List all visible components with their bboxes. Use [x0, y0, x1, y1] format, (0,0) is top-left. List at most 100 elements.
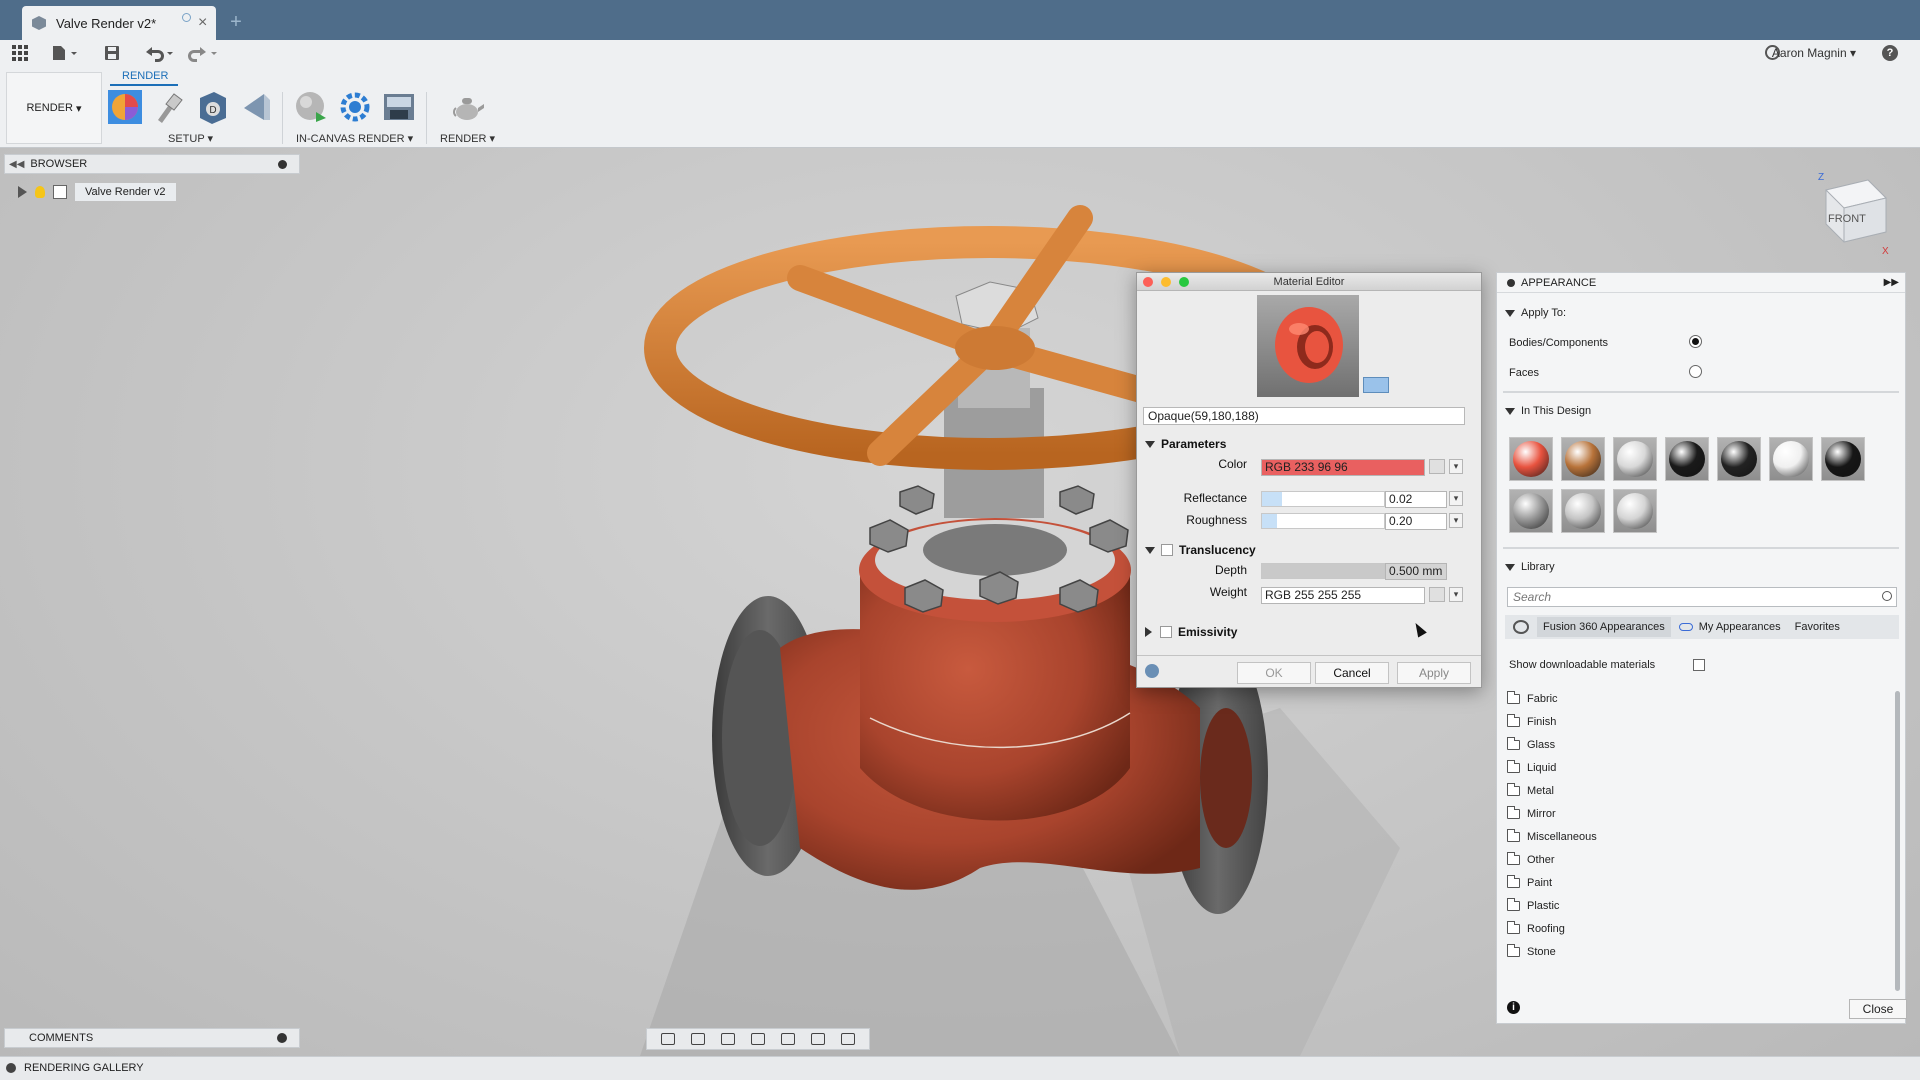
library-section-header[interactable]: Library	[1505, 561, 1555, 573]
translucency-checkbox[interactable]	[1161, 544, 1173, 556]
redo-icon[interactable]	[188, 44, 218, 62]
roughness-value-field[interactable]: 0.20	[1385, 513, 1447, 530]
new-tab-button[interactable]: +	[224, 11, 248, 35]
roughness-dropdown-button[interactable]: ▾	[1449, 513, 1463, 528]
info-icon[interactable]: i	[1507, 1001, 1520, 1014]
ribbon-group-in-canvas-render[interactable]: IN-CANVAS RENDER ▾	[296, 132, 413, 145]
emissivity-section-header[interactable]: Emissivity	[1145, 625, 1237, 639]
translucency-section-header[interactable]: Translucency	[1145, 543, 1256, 557]
expand-arrow-icon[interactable]	[18, 186, 27, 198]
expand-panel-icon[interactable]: ▶▶	[1884, 273, 1899, 293]
preview-options-button[interactable]	[1363, 377, 1389, 393]
library-scrollbar[interactable]	[1895, 691, 1900, 991]
save-icon[interactable]	[104, 44, 120, 62]
parameters-section-header[interactable]: Parameters	[1145, 437, 1226, 451]
maximize-window-icon[interactable]	[1179, 277, 1189, 287]
color-value-field[interactable]: RGB 233 96 96	[1261, 459, 1425, 476]
appearance-icon[interactable]	[152, 90, 186, 124]
app-grid-icon[interactable]	[12, 44, 28, 62]
appearance-swatch-black-sphere[interactable]	[1665, 437, 1709, 481]
appearance-swatch-black-ring-2[interactable]	[1821, 437, 1865, 481]
collapse-icon[interactable]: ◀◀	[9, 159, 24, 170]
library-folder-finish[interactable]: Finish	[1507, 714, 1556, 728]
comments-panel-header[interactable]: COMMENTS	[4, 1028, 300, 1048]
library-folder-miscellaneous[interactable]: Miscellaneous	[1507, 829, 1597, 843]
roughness-slider[interactable]	[1261, 513, 1385, 529]
view-cube[interactable]: FRONT Z X	[1808, 170, 1898, 260]
ribbon-group-render[interactable]: RENDER ▾	[440, 132, 495, 145]
tab-favorites[interactable]: Favorites	[1795, 621, 1840, 633]
in-this-design-section-header[interactable]: In This Design	[1505, 405, 1591, 417]
ok-button[interactable]: OK	[1237, 662, 1311, 684]
library-folder-other[interactable]: Other	[1507, 852, 1555, 866]
pin-icon[interactable]	[278, 160, 287, 169]
grid-settings-icon[interactable]	[841, 1033, 855, 1045]
workspace-switcher[interactable]: RENDER ▾	[6, 72, 102, 144]
browser-root-label[interactable]: Valve Render v2	[75, 183, 176, 201]
browser-panel-header[interactable]: ◀◀ BROWSER	[4, 154, 300, 174]
add-comment-icon[interactable]	[277, 1033, 287, 1043]
minimize-window-icon[interactable]	[1161, 277, 1171, 287]
library-folder-fabric[interactable]: Fabric	[1507, 691, 1558, 705]
appearance-header[interactable]: APPEARANCE ▶▶	[1497, 273, 1905, 293]
zoom-icon[interactable]	[751, 1033, 765, 1045]
look-at-icon[interactable]	[691, 1033, 705, 1045]
appearance-search-input[interactable]: Search	[1507, 587, 1897, 607]
library-folder-liquid[interactable]: Liquid	[1507, 760, 1556, 774]
appearance-swatch-black-ring[interactable]	[1717, 437, 1761, 481]
appearance-swatch-bronze-ring[interactable]	[1561, 437, 1605, 481]
search-icon[interactable]	[1882, 591, 1892, 601]
reflectance-slider[interactable]	[1261, 491, 1385, 507]
color-dropdown-button[interactable]: ▾	[1449, 459, 1463, 474]
library-folder-glass[interactable]: Glass	[1507, 737, 1555, 751]
decal-icon[interactable]	[240, 90, 274, 124]
tab-fusion-360-appearances[interactable]: Fusion 360 Appearances	[1537, 617, 1671, 637]
rendering-gallery-bar[interactable]: RENDERING GALLERY	[0, 1056, 1920, 1080]
reflectance-value-field[interactable]: 0.02	[1385, 491, 1447, 508]
help-icon[interactable]: ?	[1882, 45, 1898, 61]
orbit-icon[interactable]	[661, 1033, 675, 1045]
physical-material-icon[interactable]: D	[196, 90, 230, 124]
library-folder-metal[interactable]: Metal	[1507, 783, 1554, 797]
tab-render[interactable]: RENDER	[122, 70, 168, 82]
display-settings-icon[interactable]	[811, 1033, 825, 1045]
pan-icon[interactable]	[721, 1033, 735, 1045]
appearance-swatch-light-ring[interactable]	[1613, 489, 1657, 533]
show-downloadable-checkbox[interactable]	[1693, 659, 1705, 671]
file-menu-icon[interactable]	[52, 44, 78, 62]
undo-icon[interactable]	[144, 44, 174, 62]
user-menu[interactable]: Aaron Magnin ▾	[1772, 46, 1856, 60]
browser-root-node[interactable]: Valve Render v2	[18, 182, 176, 202]
document-tab[interactable]: Valve Render v2* ×	[22, 6, 216, 40]
capture-image-icon[interactable]	[382, 90, 416, 124]
tab-my-appearances[interactable]: My Appearances	[1699, 621, 1781, 633]
appearance-swatch-white-sphere[interactable]	[1769, 437, 1813, 481]
scene-settings-icon[interactable]	[108, 90, 142, 124]
ribbon-group-setup[interactable]: SETUP ▾	[168, 132, 213, 145]
cancel-button[interactable]: Cancel	[1315, 662, 1389, 684]
apply-to-section-header[interactable]: Apply To:	[1505, 307, 1566, 319]
library-folder-paint[interactable]: Paint	[1507, 875, 1552, 889]
apply-button[interactable]: Apply	[1397, 662, 1471, 684]
reflectance-dropdown-button[interactable]: ▾	[1449, 491, 1463, 506]
visibility-bulb-icon[interactable]	[35, 186, 45, 198]
refresh-icon[interactable]	[1513, 620, 1529, 634]
bodies-components-radio[interactable]	[1689, 335, 1702, 348]
library-folder-roofing[interactable]: Roofing	[1507, 921, 1565, 935]
close-window-icon[interactable]	[1143, 277, 1153, 287]
faces-radio[interactable]	[1689, 365, 1702, 378]
color-texture-icon[interactable]	[1429, 459, 1445, 474]
appearance-swatch-red-ring[interactable]	[1509, 437, 1553, 481]
appearance-swatch-grey-ring[interactable]	[1561, 489, 1605, 533]
library-folder-stone[interactable]: Stone	[1507, 944, 1556, 958]
emissivity-checkbox[interactable]	[1160, 626, 1172, 638]
fit-icon[interactable]	[781, 1033, 795, 1045]
material-options-icon[interactable]	[1145, 664, 1159, 678]
close-button[interactable]: Close	[1849, 999, 1907, 1019]
render-teapot-icon[interactable]	[450, 90, 484, 124]
gallery-toggle-icon[interactable]	[6, 1063, 16, 1073]
close-tab-icon[interactable]: ×	[198, 13, 207, 33]
library-folder-plastic[interactable]: Plastic	[1507, 898, 1559, 912]
library-folder-mirror[interactable]: Mirror	[1507, 806, 1556, 820]
appearance-swatch-silver-ring[interactable]	[1613, 437, 1657, 481]
